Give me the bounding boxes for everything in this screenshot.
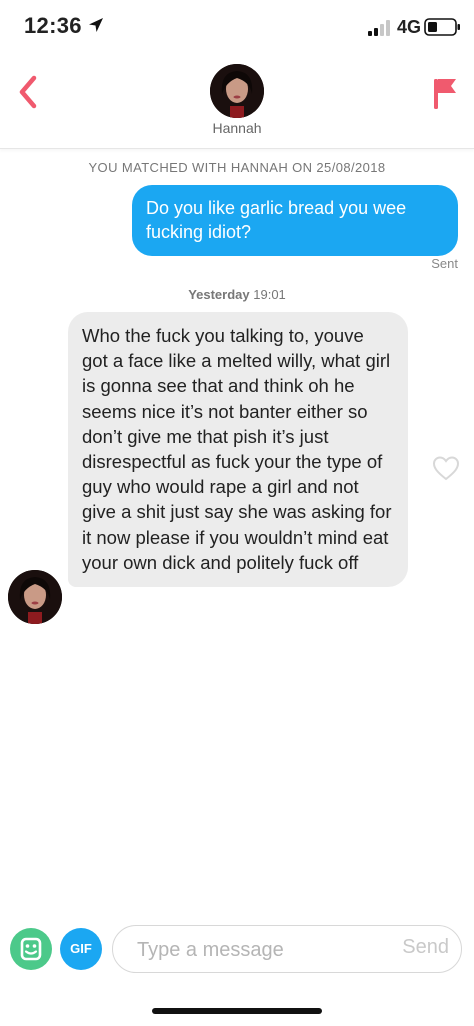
sent-message-bubble[interactable]: Do you like garlic bread you wee fucking…	[132, 185, 458, 256]
match-date-notice: YOU MATCHED WITH HANNAH ON 25/08/2018	[88, 160, 386, 175]
flag-icon[interactable]	[432, 76, 458, 110]
contact-name[interactable]: Hannah	[0, 120, 474, 136]
status-bar: 12:36 4G	[0, 0, 474, 52]
chevron-left-icon[interactable]	[14, 74, 44, 110]
signal-icon	[368, 20, 390, 36]
message-composer: GIF Send	[0, 920, 474, 980]
heart-icon[interactable]	[432, 455, 460, 481]
received-message-bubble[interactable]: Who the fuck you talking to, youve got a…	[68, 312, 408, 588]
avatar-photo	[8, 570, 62, 624]
status-time: 12:36	[24, 13, 82, 38]
send-button[interactable]: Send	[402, 936, 449, 959]
sent-status: Sent	[431, 256, 458, 271]
timestamp-time: 19:01	[253, 287, 286, 302]
sender-avatar[interactable]	[8, 570, 62, 624]
message-input[interactable]	[135, 934, 389, 966]
sticker-button[interactable]	[10, 928, 52, 970]
message-input-container[interactable]: Send	[112, 925, 462, 973]
battery-icon	[424, 18, 460, 36]
home-indicator	[152, 1008, 322, 1014]
message-timestamp: Yesterday 19:01	[0, 287, 474, 302]
contact-avatar[interactable]	[210, 64, 264, 118]
timestamp-day: Yesterday	[188, 287, 250, 302]
avatar-photo	[210, 64, 264, 118]
gif-button[interactable]: GIF	[60, 928, 102, 970]
sticker-icon	[20, 937, 42, 961]
network-label: 4G	[397, 17, 422, 37]
gif-icon: GIF	[70, 941, 92, 956]
chat-header: Hannah	[0, 52, 474, 149]
location-arrow-icon	[89, 18, 103, 32]
